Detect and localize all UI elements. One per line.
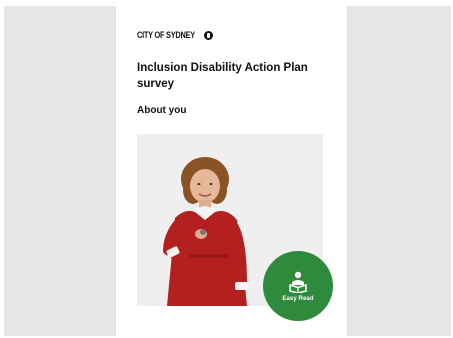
brand-logo[interactable]: CITY OF SYDNEY [137, 28, 213, 42]
easy-read-label: Easy Read [282, 295, 314, 302]
easy-read-button[interactable]: Easy Read [263, 251, 333, 321]
person-reading-icon [289, 271, 307, 293]
page-title: Inclusion Disability Action Plan survey [137, 62, 308, 90]
section-heading: About you [137, 105, 187, 116]
logo-mark-icon [203, 30, 213, 40]
brand-logo-text: CITY OF SYDNEY [137, 30, 195, 40]
